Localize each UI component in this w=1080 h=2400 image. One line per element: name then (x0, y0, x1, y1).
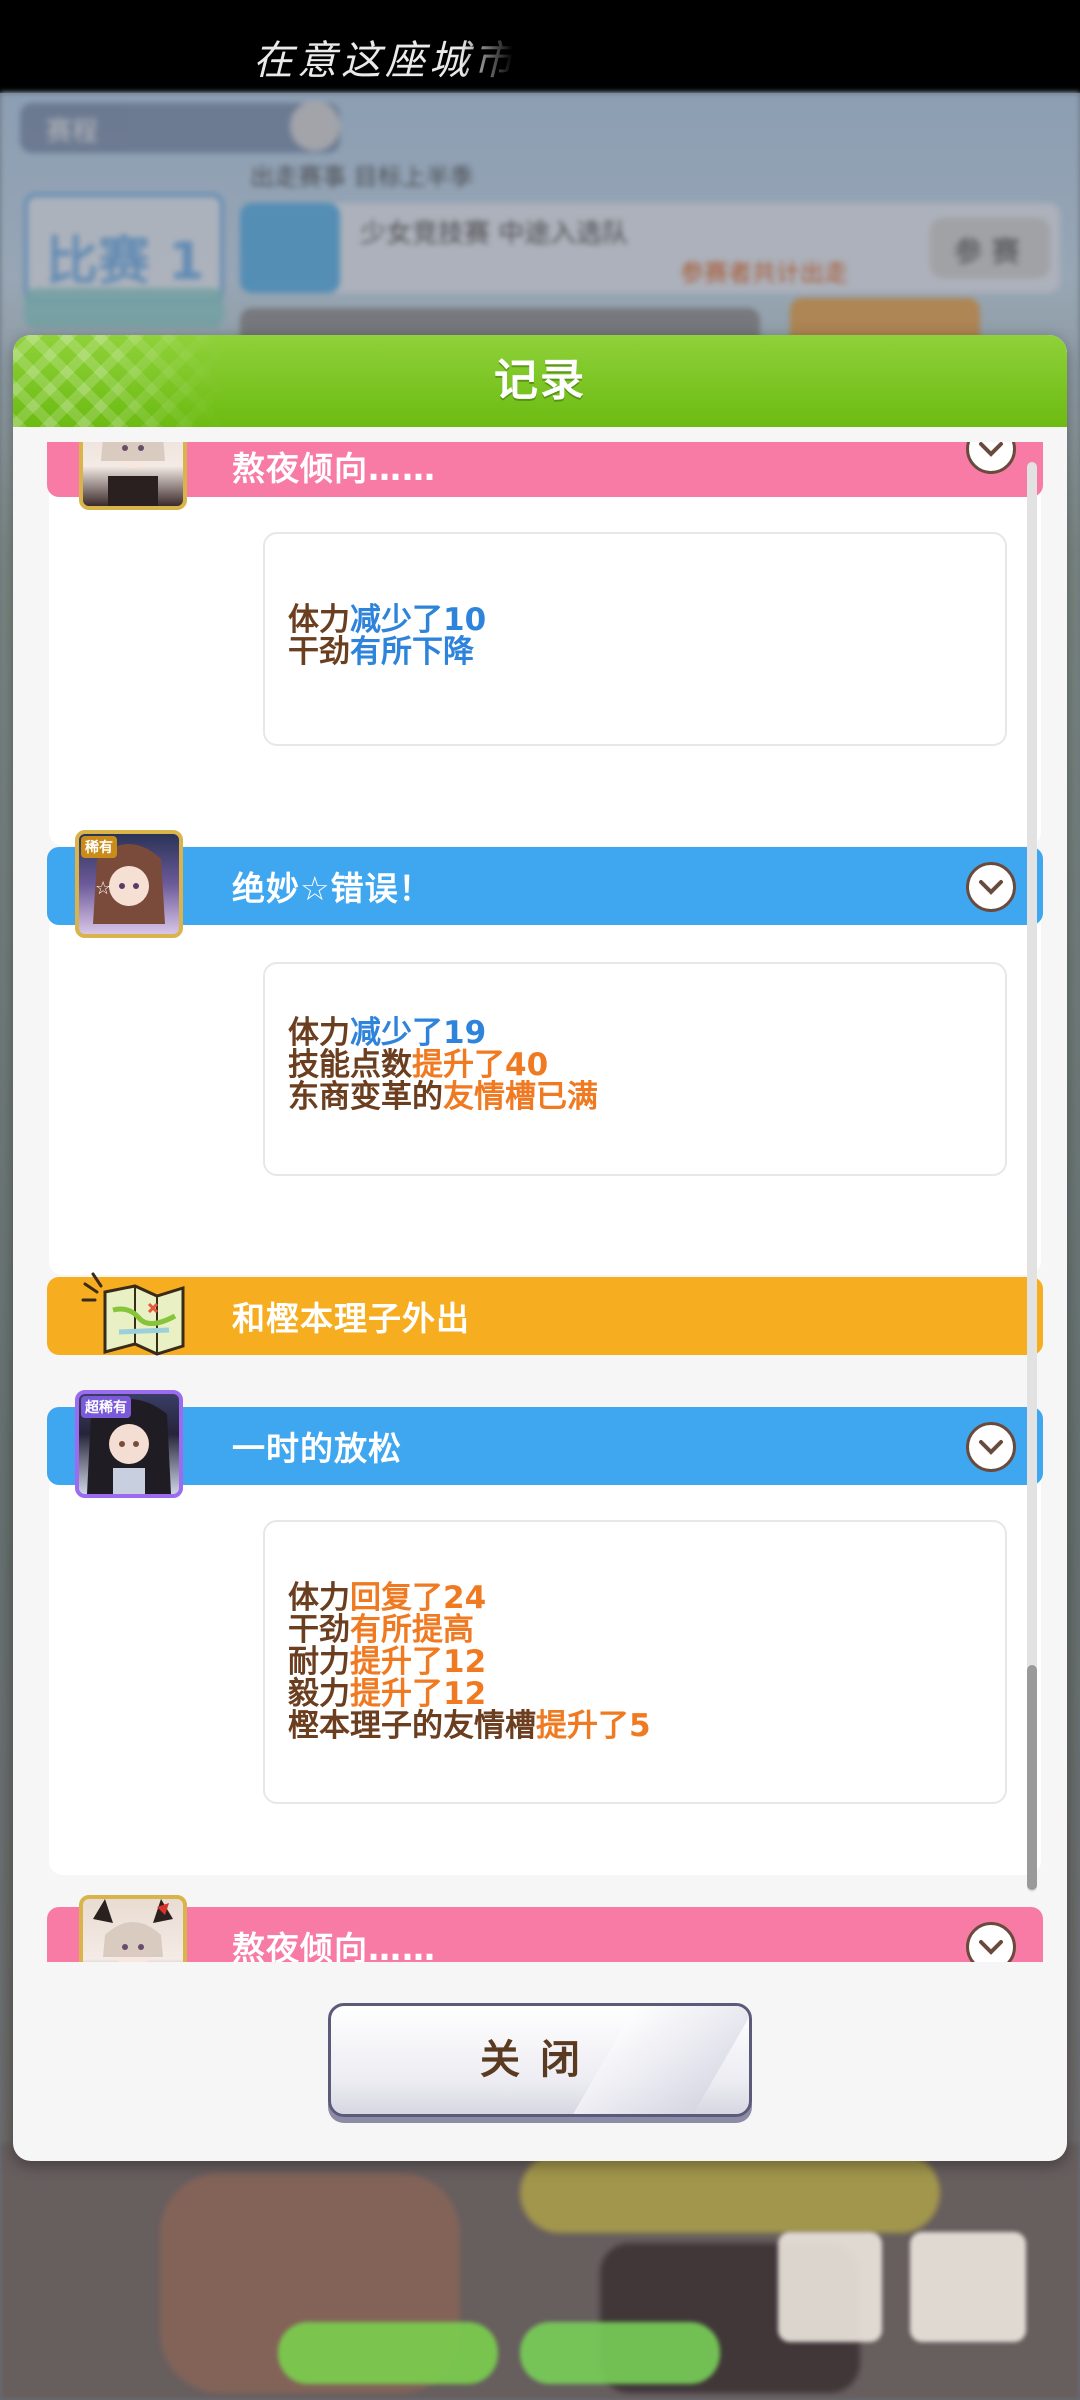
avatar: 超稀有 (75, 1390, 183, 1498)
record-dialog: 记录 熬夜倾向…… 体力减少了10 干劲有所下降 绝妙☆错误！ ☆ 稀有 体力减… (13, 335, 1067, 2161)
result-lines: 体力回复了24 干劲有所提高 耐力提升了12 毅力提升了12 樫本理子的友情槽提… (288, 1582, 651, 1742)
avatar (79, 1895, 187, 1962)
result-line: 干劲有所提高 (288, 1612, 474, 1648)
event-bar[interactable]: 熬夜倾向…… (47, 1907, 1043, 1962)
result-line: 东商变革的友情槽已满 (288, 1079, 598, 1115)
svg-text:☆: ☆ (95, 878, 111, 899)
result-line: 干劲有所下降 (288, 634, 474, 670)
dialog-header: 记录 (13, 335, 1067, 427)
result-lines: 体力减少了19 技能点数提升了40 东商变革的友情槽已满 (288, 1017, 598, 1113)
result-line: 体力回复了24 (288, 1580, 487, 1616)
result-line: 毅力提升了12 (288, 1676, 487, 1712)
event-title: 和樫本理子外出 (232, 1299, 470, 1338)
bg-menu-icon (778, 2232, 882, 2342)
bg-button (278, 2322, 498, 2384)
bg-menu-icon (910, 2232, 1026, 2342)
event-title: 熬夜倾向…… (232, 1929, 436, 1962)
chevron-down-icon[interactable] (966, 1422, 1016, 1472)
result-line: 樫本理子的友情槽提升了5 (288, 1708, 651, 1744)
avatar (79, 442, 187, 510)
event-bar[interactable]: 熬夜倾向…… (47, 442, 1043, 497)
close-button-label: 关闭 (480, 2037, 600, 2083)
map-icon (79, 1270, 189, 1360)
event-bar[interactable]: 和樫本理子外出 (47, 1277, 1043, 1355)
dialog-title: 记录 (494, 355, 586, 406)
event-bar[interactable]: 绝妙☆错误！ (47, 847, 1043, 925)
event-title: 一时的放松 (232, 1429, 402, 1468)
bg-button (520, 2322, 720, 2384)
record-list[interactable]: 熬夜倾向…… 体力减少了10 干劲有所下降 绝妙☆错误！ ☆ 稀有 体力减少了1… (13, 442, 1067, 1962)
result-line: 体力减少了10 (288, 602, 487, 638)
scrollbar-thumb[interactable] (1027, 1665, 1037, 1890)
status-caption: 在意这座城市 (253, 38, 513, 84)
event-title: 熬夜倾向…… (232, 449, 436, 488)
result-line: 体力减少了19 (288, 1015, 487, 1051)
close-button[interactable]: 关闭 (328, 2003, 752, 2117)
result-line: 技能点数提升了40 (288, 1047, 549, 1083)
chevron-down-icon[interactable] (966, 862, 1016, 912)
status-strip: 在意这座城市 (0, 0, 1080, 93)
event-title: 绝妙☆错误！ (232, 869, 433, 908)
avatar: ☆ 稀有 (75, 830, 183, 938)
rarity-tag: 稀有 (81, 836, 117, 858)
event-bar[interactable]: 一时的放松 (47, 1407, 1043, 1485)
rarity-tag: 超稀有 (81, 1396, 131, 1418)
result-lines: 体力减少了10 干劲有所下降 (288, 604, 486, 668)
result-line: 耐力提升了12 (288, 1644, 487, 1680)
